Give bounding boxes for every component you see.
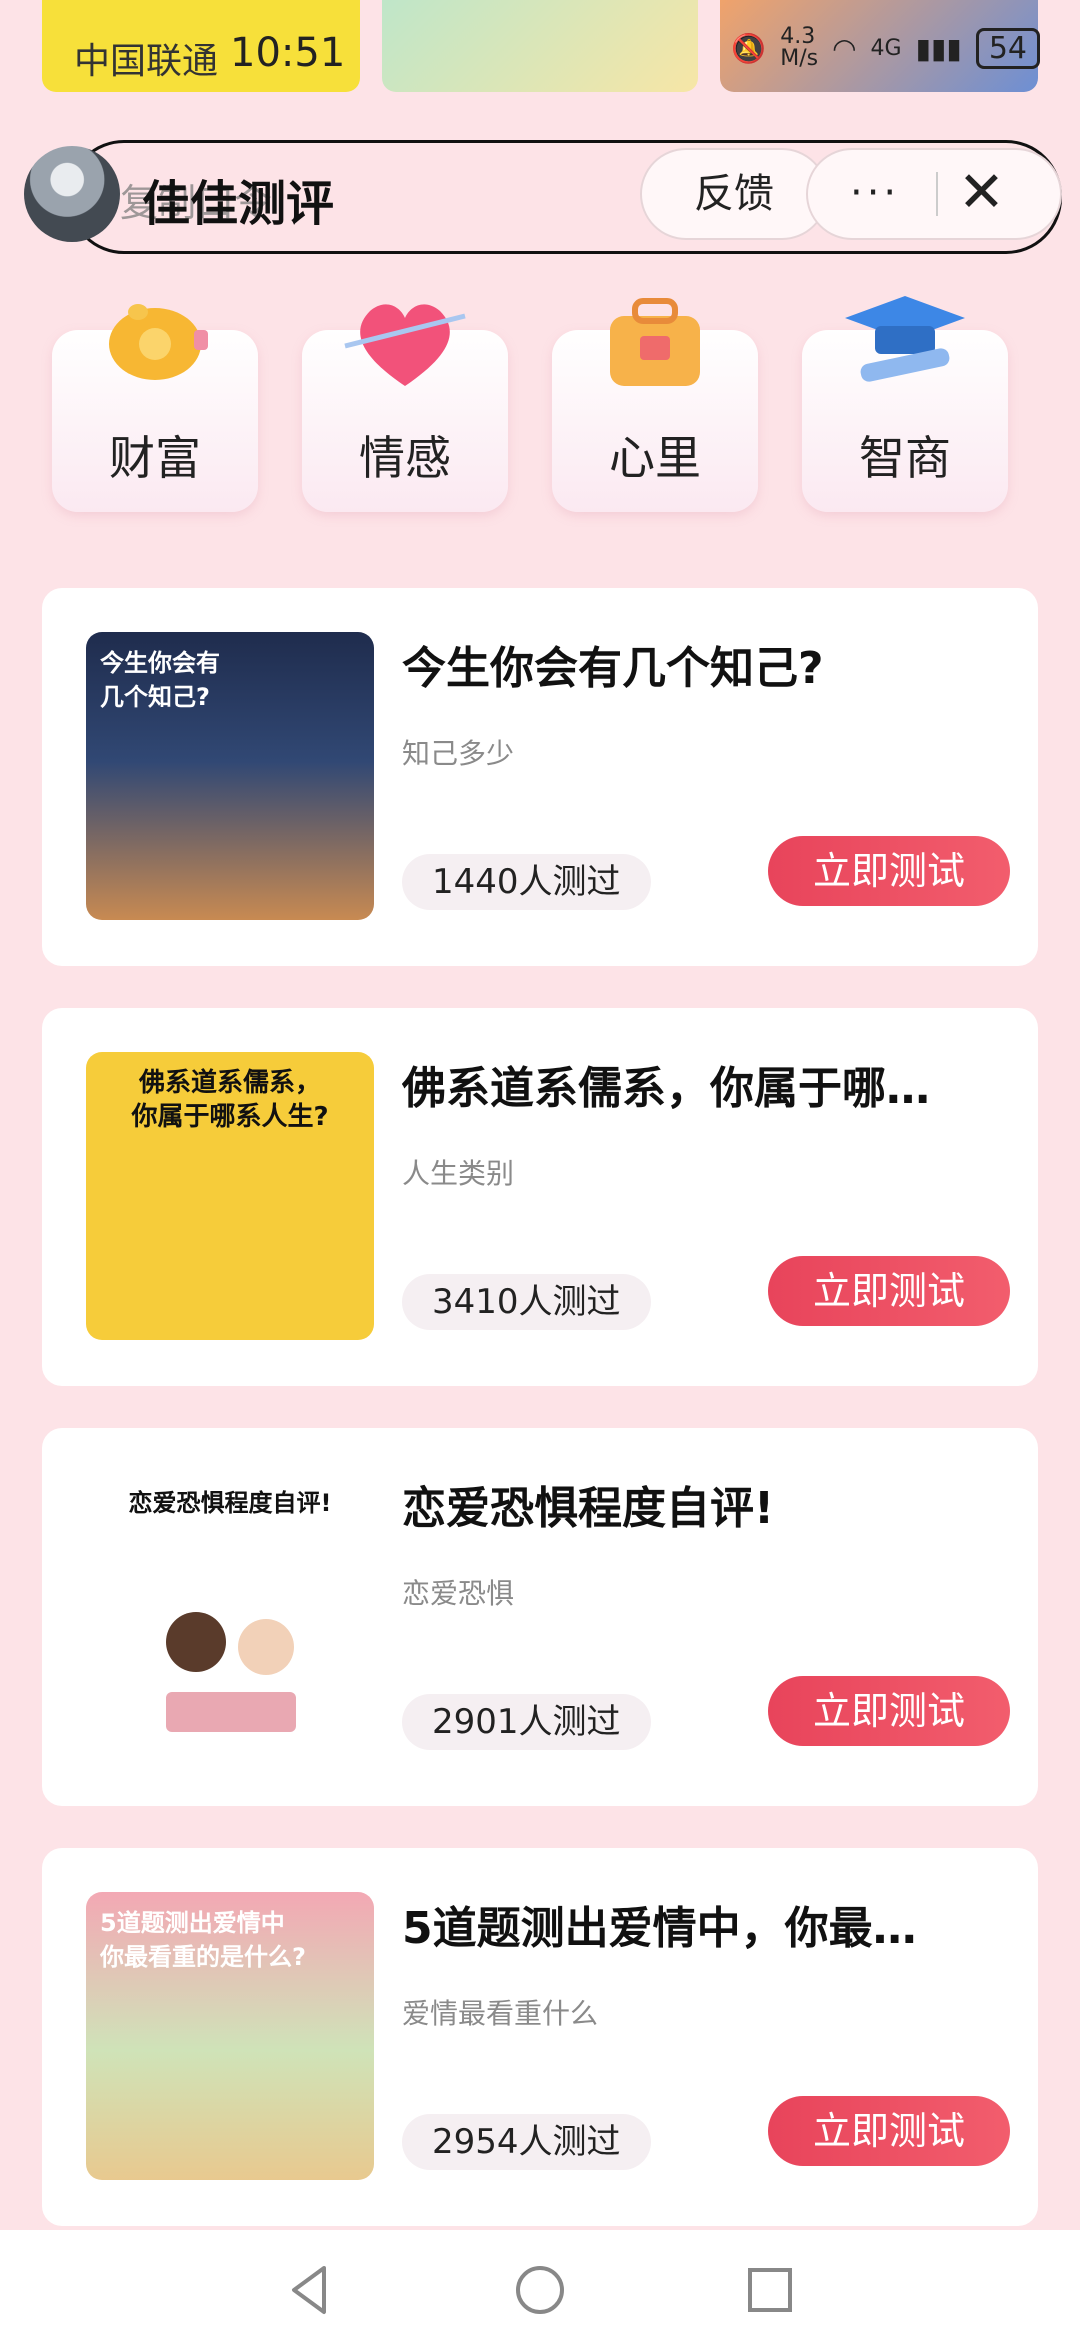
participant-count: 2901人测过 <box>402 1694 651 1750</box>
feedback-button[interactable]: 反馈 <box>640 148 828 240</box>
start-test-button[interactable]: 立即测试 <box>768 2096 1010 2166</box>
quiz-thumbnail: 今生你会有 几个知己? <box>86 632 374 920</box>
quiz-thumbnail: 5道题测出爱情中 你最看重的是什么? <box>86 1892 374 2180</box>
quiz-title: 5道题测出爱情中，你最… <box>402 1903 917 1954</box>
divider <box>936 172 938 216</box>
illustration <box>166 1612 296 1732</box>
quiz-title: 今生你会有几个知己? <box>402 643 824 694</box>
wifi-icon: ◠ <box>832 31 857 65</box>
participant-count: 1440人测过 <box>402 854 651 910</box>
quiz-subtitle: 知己多少 <box>402 737 515 770</box>
thumbnail-caption: 恋爱恐惧程度自评! <box>128 1489 332 1517</box>
signal-icon: ▮▮▮ <box>915 31 962 65</box>
close-button[interactable]: ✕ <box>958 160 1005 225</box>
mute-icon: 🔕 <box>731 31 767 65</box>
wallpaper-tile <box>382 0 698 92</box>
start-test-button[interactable]: 立即测试 <box>768 836 1010 906</box>
quiz-thumbnail: 佛系道系儒系， 你属于哪系人生? <box>86 1052 374 1340</box>
quiz-card[interactable]: 今生你会有 几个知己? 今生你会有几个知己? 知己多少 1440人测过 立即测试 <box>42 588 1038 966</box>
back-icon[interactable] <box>280 2260 340 2320</box>
recents-icon[interactable] <box>740 2260 800 2320</box>
category-label: 财富 <box>109 431 201 485</box>
piggy-bank-icon <box>109 304 208 380</box>
quiz-title: 佛系道系儒系，你属于哪… <box>402 1063 930 1114</box>
heart-icon <box>344 304 466 386</box>
category-mind[interactable]: 心里 <box>552 298 758 512</box>
status-icons: 🔕 4.3 M/s ◠ 4G ▮▮▮ 54 <box>731 26 1040 70</box>
clock: 10:51 <box>230 30 346 76</box>
category-label: 情感 <box>359 431 451 485</box>
status-bar: 中国联通 10:51 🔕 4.3 M/s ◠ 4G ▮▮▮ 54 <box>0 0 1080 96</box>
battery-indicator: 54 <box>975 27 1040 69</box>
home-icon[interactable] <box>510 2260 570 2320</box>
quiz-card[interactable]: 恋爱恐惧程度自评! 恋爱恐惧程度自评! 恋爱恐惧 2901人测过 立即测试 <box>42 1428 1038 1806</box>
network-type: 4G <box>870 35 902 61</box>
avatar[interactable] <box>24 146 120 242</box>
header: 复制口令 佳佳测评 反馈 ··· ✕ <box>20 140 1062 254</box>
page-title: 佳佳测评 <box>142 176 335 232</box>
quiz-title: 恋爱恐惧程度自评! <box>402 1483 775 1534</box>
thumbnail-caption: 今生你会有 几个知己? <box>100 649 220 711</box>
quiz-thumbnail: 恋爱恐惧程度自评! <box>86 1472 374 1760</box>
category-wealth[interactable]: 财富 <box>52 304 258 512</box>
category-iq[interactable]: 智商 <box>802 296 1008 512</box>
thumbnail-caption: 佛系道系儒系， 你属于哪系人生? <box>131 1068 329 1132</box>
start-test-button[interactable]: 立即测试 <box>768 1676 1010 1746</box>
quiz-card[interactable]: 5道题测出爱情中 你最看重的是什么? 5道题测出爱情中，你最… 爱情最看重什么 … <box>42 1848 1038 2226</box>
network-speed: 4.3 M/s <box>780 24 819 71</box>
start-test-button[interactable]: 立即测试 <box>768 1256 1010 1326</box>
category-label: 智商 <box>859 431 951 485</box>
category-label: 心里 <box>609 431 701 485</box>
quiz-subtitle: 人生类别 <box>402 1157 515 1190</box>
quiz-subtitle: 恋爱恐惧 <box>402 1577 515 1610</box>
graduation-cap-icon <box>845 296 965 382</box>
carrier-label: 中国联通 <box>74 41 219 82</box>
more-button[interactable]: ··· <box>850 170 900 216</box>
suitcase-icon <box>610 298 700 386</box>
mini-program-capsule: ··· ✕ <box>806 148 1062 240</box>
participant-count: 2954人测过 <box>402 2114 651 2170</box>
system-nav-bar <box>0 2230 1080 2340</box>
quiz-subtitle: 爱情最看重什么 <box>402 1997 599 2030</box>
thumbnail-caption: 5道题测出爱情中 你最看重的是什么? <box>100 1909 306 1971</box>
quiz-card[interactable]: 佛系道系儒系， 你属于哪系人生? 佛系道系儒系，你属于哪… 人生类别 3410人… <box>42 1008 1038 1386</box>
participant-count: 3410人测过 <box>402 1274 651 1330</box>
category-emotion[interactable]: 情感 <box>302 304 508 512</box>
